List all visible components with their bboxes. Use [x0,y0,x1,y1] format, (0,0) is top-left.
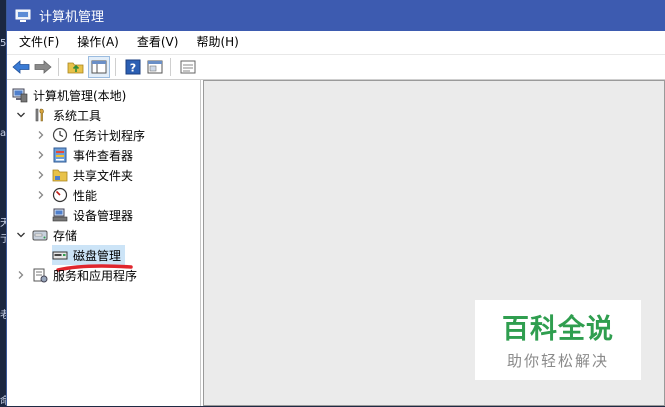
tree-item-label: 存储 [53,228,78,243]
show-pane-button[interactable] [145,57,165,77]
computer-management-icon [15,9,31,23]
chevron-right-icon[interactable] [16,270,26,280]
back-icon [12,60,30,74]
menu-bar: 文件(F) 操作(A) 查看(V) 帮助(H) [7,31,665,55]
tree-item-event-viewer[interactable]: 事件查看器 [36,145,133,165]
tree-item-system-tools[interactable]: 系统工具 [16,105,101,125]
watermark: 百科全说 助你轻松解决 [475,300,641,380]
tree-item-label: 共享文件夹 [73,168,134,183]
tree-item-performance[interactable]: 性能 [36,185,97,205]
computer-management-window: 计算机管理 文件(F) 操作(A) 查看(V) 帮助(H) ? 计算机管理(本地… [6,0,665,406]
tree-item-task-scheduler[interactable]: 任务计划程序 [36,125,145,145]
tree-item-shared-folders[interactable]: 共享文件夹 [36,165,133,185]
console-tree: 计算机管理(本地) 系统工具 任务计划程序 事件查看器 共享文件夹 性能 设备管… [7,80,201,406]
show-pane-icon [147,60,163,74]
up-folder-icon [67,62,84,74]
watermark-subtitle: 助你轻松解决 [506,352,609,370]
tree-item-label: 系统工具 [53,108,102,123]
tree-item-label: 磁盘管理 [73,248,122,263]
svg-text:?: ? [130,62,136,75]
chevron-right-icon[interactable] [36,190,46,200]
shared-folder-icon [52,167,68,183]
toolbar: ? [7,55,665,80]
device-manager-icon [52,207,68,223]
storage-icon [32,227,48,243]
menu-action[interactable]: 操作(A) [71,31,125,54]
properties-icon [180,60,196,74]
menu-file[interactable]: 文件(F) [13,31,65,54]
up-folder-button[interactable] [66,57,86,77]
tree-item-label: 任务计划程序 [73,128,146,143]
menu-view[interactable]: 查看(V) [131,31,185,54]
chevron-right-icon[interactable] [36,150,46,160]
chevron-down-icon[interactable] [16,230,26,240]
chevron-right-icon[interactable] [36,130,46,140]
tree-item-storage[interactable]: 存储 [16,225,77,245]
forward-button[interactable] [33,57,53,77]
toolbar-separator [58,58,59,76]
help-button[interactable]: ? [123,57,143,77]
tools-icon [32,107,48,123]
tree-item-label: 计算机管理(本地) [33,88,127,103]
computer-management-icon [12,87,28,103]
tree-item-services-apps[interactable]: 服务和应用程序 [16,265,137,285]
tree-item-label: 设备管理器 [73,208,134,223]
performance-icon [52,187,68,203]
tree-item-label: 性能 [73,188,98,203]
show-hide-tree-icon [91,60,107,74]
event-log-icon [52,147,68,163]
menu-help[interactable]: 帮助(H) [190,31,244,54]
window-title: 计算机管理 [39,10,105,25]
help-icon: ? [125,59,141,75]
chevron-down-icon[interactable] [16,110,26,120]
show-hide-tree-button[interactable] [88,56,110,78]
toolbar-separator [170,58,171,76]
disk-management-icon [52,247,68,263]
tree-item-device-manager[interactable]: 设备管理器 [52,205,133,225]
watermark-title: 百科全说 [502,314,614,345]
forward-icon [34,60,52,74]
tree-item-label: 事件查看器 [73,148,134,163]
chevron-right-icon[interactable] [36,170,46,180]
title-bar[interactable]: 计算机管理 [7,0,665,31]
tree-item-root[interactable]: 计算机管理(本地) [12,85,126,105]
back-button[interactable] [11,57,31,77]
clock-icon [52,127,68,143]
toolbar-separator [115,58,116,76]
tree-item-label: 服务和应用程序 [53,268,138,283]
properties-button[interactable] [178,57,198,77]
services-icon [32,267,48,283]
